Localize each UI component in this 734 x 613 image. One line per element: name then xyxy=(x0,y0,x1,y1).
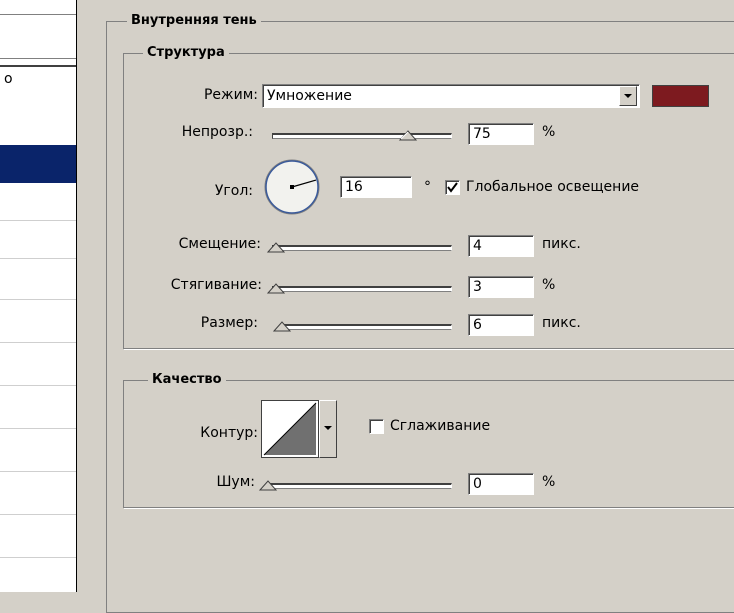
distance-slider-thumb[interactable] xyxy=(266,241,286,253)
distance-label: Смещение: xyxy=(178,236,261,252)
antialias-checkbox[interactable] xyxy=(369,419,384,434)
list-item[interactable] xyxy=(0,477,76,515)
mode-label: Режим: xyxy=(203,87,258,103)
contour-label: Контур: xyxy=(200,425,258,441)
size-input[interactable] xyxy=(468,314,534,336)
size-unit: пикс. xyxy=(542,315,581,331)
list-divider-dark xyxy=(0,65,76,67)
choke-label: Стягивание: xyxy=(170,277,262,293)
size-slider-track[interactable] xyxy=(282,324,452,330)
noise-input[interactable] xyxy=(468,473,534,495)
noise-unit: % xyxy=(542,474,556,490)
noise-label: Шум: xyxy=(216,474,255,490)
opacity-label: Непрозр.: xyxy=(181,124,253,140)
blend-mode-value: Умножение xyxy=(267,88,352,104)
size-label: Размер: xyxy=(200,315,258,331)
structure-title: Структура xyxy=(143,45,229,61)
list-top-border xyxy=(0,14,76,15)
list-item[interactable] xyxy=(0,183,76,221)
noise-slider-thumb[interactable] xyxy=(258,479,278,491)
global-light-checkbox[interactable] xyxy=(445,180,460,195)
choke-slider-track[interactable] xyxy=(272,286,452,292)
list-item[interactable] xyxy=(0,520,76,558)
styles-list[interactable]: о xyxy=(0,0,77,592)
chevron-down-icon xyxy=(324,426,332,430)
distance-slider-track[interactable] xyxy=(272,245,452,251)
opacity-unit: % xyxy=(542,124,556,140)
opacity-slider-track[interactable] xyxy=(272,133,452,139)
list-item[interactable] xyxy=(0,305,76,343)
list-fragment-text: о xyxy=(4,71,13,87)
global-light-label[interactable]: Глобальное освещение xyxy=(466,178,639,196)
choke-unit: % xyxy=(542,277,556,293)
opacity-slider-thumb[interactable] xyxy=(398,129,418,141)
choke-slider-thumb[interactable] xyxy=(266,282,286,294)
inner-shadow-title: Внутренняя тень xyxy=(127,13,261,29)
antialias-label[interactable]: Сглаживание xyxy=(390,417,490,435)
shadow-color-swatch[interactable] xyxy=(652,85,709,107)
opacity-input[interactable] xyxy=(468,123,534,145)
angle-label: Угол: xyxy=(214,183,253,199)
list-item-selected[interactable] xyxy=(0,145,76,183)
quality-title: Качество xyxy=(148,372,226,388)
list-item[interactable] xyxy=(0,221,76,259)
checkmark-icon xyxy=(447,182,458,193)
blend-mode-select[interactable]: Умножение xyxy=(262,84,640,108)
angle-dial[interactable] xyxy=(258,159,328,219)
contour-dropdown-button[interactable] xyxy=(319,400,337,458)
list-item[interactable] xyxy=(0,348,76,386)
noise-slider-track[interactable] xyxy=(266,483,452,489)
list-item[interactable] xyxy=(0,391,76,429)
list-divider xyxy=(0,58,76,59)
chevron-down-icon xyxy=(624,94,632,98)
list-item[interactable] xyxy=(0,262,76,300)
size-slider-thumb[interactable] xyxy=(272,320,292,332)
contour-picker[interactable] xyxy=(261,400,319,458)
angle-unit: ° xyxy=(424,179,431,195)
choke-input[interactable] xyxy=(468,276,534,298)
distance-input[interactable] xyxy=(468,235,534,257)
list-item[interactable] xyxy=(0,434,76,472)
blend-mode-dropdown-button[interactable] xyxy=(619,86,637,106)
distance-unit: пикс. xyxy=(542,236,581,252)
angle-input[interactable] xyxy=(340,176,412,198)
contour-linear-icon xyxy=(263,402,317,456)
